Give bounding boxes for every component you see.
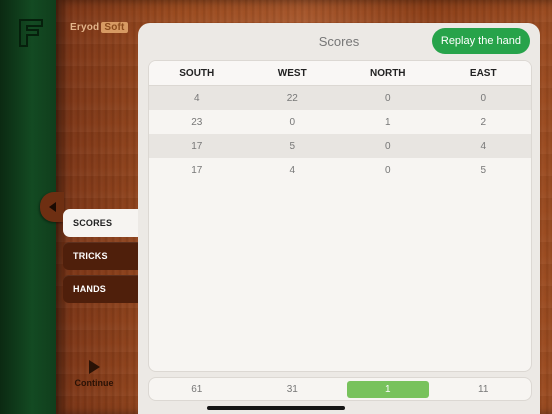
- score-cell: 4: [193, 92, 200, 104]
- score-cell: 0: [289, 116, 296, 128]
- total-value: 61: [191, 383, 203, 395]
- score-cell: 4: [480, 140, 487, 152]
- score-cell: 2: [480, 116, 487, 128]
- score-cell: 22: [286, 92, 298, 104]
- score-cell: 1: [384, 116, 391, 128]
- brand-name: Eryod: [70, 22, 100, 33]
- total-south: 61: [149, 384, 245, 395]
- tab-tricks[interactable]: TRICKS: [63, 242, 138, 270]
- score-cell: 17: [191, 140, 203, 152]
- column-header-south: SOUTH: [179, 67, 215, 79]
- table-row: 23 0 1 2: [149, 110, 531, 134]
- score-cell: 23: [191, 116, 203, 128]
- table-row: 17 5 0 4: [149, 134, 531, 158]
- collapse-sidebar-button[interactable]: [40, 192, 64, 222]
- replay-hand-button[interactable]: Replay the hand: [431, 28, 530, 54]
- totals-row: 61 31 1 11: [148, 377, 532, 401]
- total-east: 11: [436, 384, 532, 395]
- brand-logo: Eryod Soft: [70, 22, 128, 33]
- table-row: 17 4 0 5: [149, 158, 531, 182]
- tab-scores[interactable]: SCORES: [63, 209, 138, 237]
- score-cell: 5: [289, 140, 296, 152]
- scores-table: SOUTH WEST NORTH EAST 4 22 0 0 23 0 1 2 …: [148, 60, 532, 372]
- total-value: 31: [286, 383, 298, 395]
- app-logo-icon: [19, 19, 43, 47]
- total-west: 31: [245, 384, 341, 395]
- score-cell: 5: [480, 164, 487, 176]
- score-cell: 17: [191, 164, 203, 176]
- tab-hands[interactable]: HANDS: [63, 275, 138, 303]
- tab-label: SCORES: [73, 218, 113, 228]
- column-header-north: NORTH: [369, 67, 406, 79]
- score-cell: 0: [384, 164, 391, 176]
- tab-label: HANDS: [73, 284, 107, 294]
- chevron-left-icon: [48, 202, 56, 212]
- score-cell: 0: [384, 92, 391, 104]
- home-indicator[interactable]: [207, 406, 345, 410]
- total-value: 11: [478, 383, 489, 395]
- score-cell: 0: [480, 92, 487, 104]
- tab-label: TRICKS: [73, 251, 108, 261]
- table-header: SOUTH WEST NORTH EAST: [149, 61, 531, 86]
- play-icon: [88, 360, 100, 374]
- column-header-west: WEST: [277, 67, 307, 79]
- total-north: 1: [340, 380, 436, 398]
- scores-panel: Scores Replay the hand SOUTH WEST NORTH …: [138, 23, 540, 414]
- score-cell: 4: [289, 164, 296, 176]
- score-cell: 0: [384, 140, 391, 152]
- continue-button[interactable]: Continue: [66, 360, 122, 388]
- brand-highlight: Soft: [101, 22, 128, 33]
- table-row: 4 22 0 0: [149, 86, 531, 110]
- column-header-east: EAST: [469, 67, 497, 79]
- continue-label: Continue: [74, 378, 114, 388]
- total-value-leader: 1: [346, 380, 429, 398]
